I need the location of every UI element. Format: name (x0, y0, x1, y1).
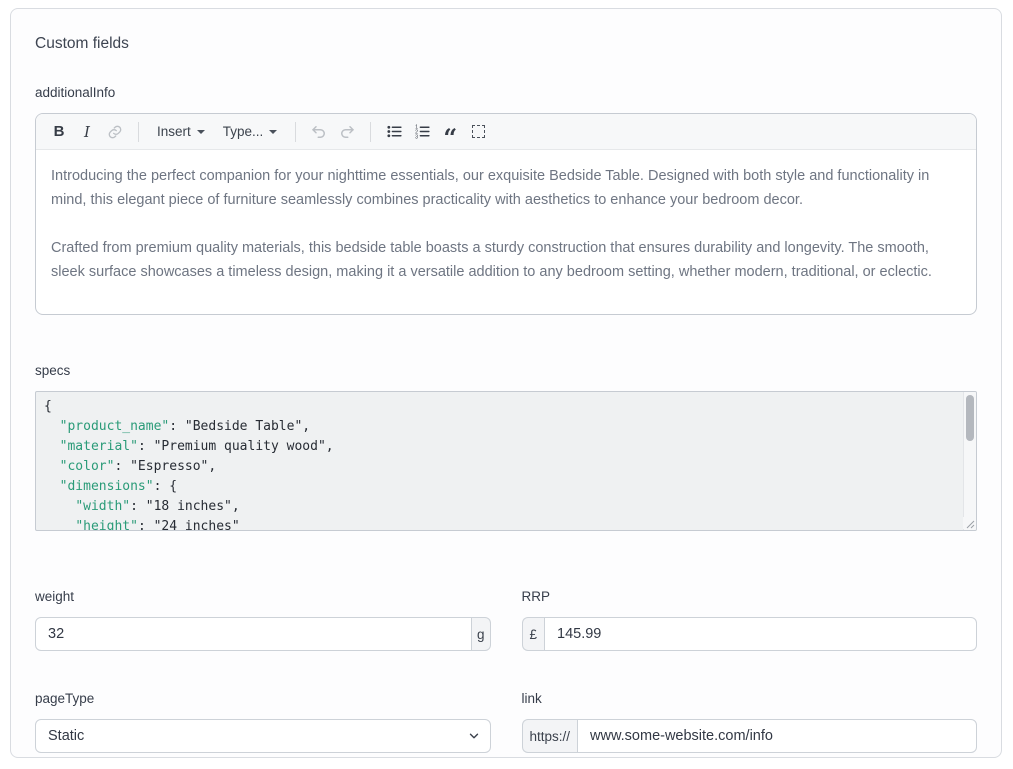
specs-resize-handle[interactable] (963, 517, 975, 529)
field-weight: weight g (35, 587, 491, 651)
rte-paragraph: Introducing the perfect companion for yo… (51, 164, 961, 212)
weight-label: weight (35, 587, 491, 607)
specs-label: specs (35, 361, 977, 381)
page-type-select-wrap: Static (35, 719, 491, 753)
bullet-list-icon (386, 123, 403, 140)
redo-icon (338, 123, 356, 141)
blockquote-button[interactable]: “ (437, 119, 463, 145)
rrp-input-group: £ (522, 617, 978, 651)
insert-dropdown[interactable]: Insert (149, 119, 213, 145)
rrp-label: RRP (522, 587, 978, 607)
type-dropdown-label: Type... (223, 124, 264, 139)
numbered-list-icon: 1 2 3 (414, 123, 431, 140)
field-page-type: pageType Static (35, 689, 491, 753)
code-line: "color": "Espresso", (44, 457, 956, 477)
code-line: { (44, 397, 956, 417)
fields-grid: weight g RRP £ pageType Static (35, 587, 977, 753)
code-line: "product_name": "Bedside Table", (44, 417, 956, 437)
link-icon (107, 124, 123, 140)
field-rrp: RRP £ (522, 587, 978, 651)
specs-code: { "product_name": "Bedside Table", "mate… (36, 392, 976, 531)
code-line: "width": "18 inches", (44, 497, 956, 517)
chevron-down-icon (197, 130, 205, 134)
link-input-group: https:// (522, 719, 978, 753)
weight-unit-suffix: g (472, 617, 491, 651)
link-label: link (522, 689, 978, 709)
rte-toolbar: B I Insert Type... (36, 114, 976, 150)
svg-text:3: 3 (415, 135, 418, 140)
rrp-currency-prefix: £ (522, 617, 545, 651)
toolbar-divider (295, 122, 296, 142)
bullet-list-button[interactable] (381, 119, 407, 145)
link-protocol-prefix: https:// (522, 719, 578, 753)
undo-icon (310, 123, 328, 141)
specs-scrollbar[interactable] (963, 392, 976, 530)
code-line: "height": "24 inches" (44, 517, 956, 531)
bold-button[interactable]: B (46, 119, 72, 145)
numbered-list-button[interactable]: 1 2 3 (409, 119, 435, 145)
undo-button[interactable] (306, 119, 332, 145)
field-specs: specs { "product_name": "Bedside Table",… (35, 361, 977, 531)
redo-button[interactable] (334, 119, 360, 145)
rich-text-editor: B I Insert Type... (35, 113, 977, 315)
toolbar-divider (138, 122, 139, 142)
link-button[interactable] (102, 119, 128, 145)
weight-input[interactable] (35, 617, 472, 651)
code-line: "material": "Premium quality wood", (44, 437, 956, 457)
specs-code-editor[interactable]: { "product_name": "Bedside Table", "mate… (35, 391, 977, 531)
link-input[interactable] (577, 719, 977, 753)
custom-fields-card: Custom fields additionalInfo B I Inse (10, 8, 1002, 758)
rrp-input[interactable] (544, 617, 977, 651)
code-line: "dimensions": { (44, 477, 956, 497)
card-title: Custom fields (35, 33, 977, 55)
field-link: link https:// (522, 689, 978, 753)
page-type-label: pageType (35, 689, 491, 709)
rte-paragraph: Crafted from premium quality materials, … (51, 236, 961, 284)
additional-info-label: additionalInfo (35, 83, 977, 103)
dashed-square-icon (472, 125, 485, 138)
specs-scrollbar-thumb[interactable] (966, 395, 974, 441)
page-type-select[interactable]: Static (35, 719, 491, 753)
insert-dropdown-label: Insert (157, 124, 191, 139)
toolbar-divider (370, 122, 371, 142)
field-additional-info: additionalInfo B I Insert (35, 83, 977, 315)
weight-input-group: g (35, 617, 491, 651)
type-dropdown[interactable]: Type... (215, 119, 286, 145)
blockquote-icon: “ (443, 133, 457, 143)
container-block-button[interactable] (465, 119, 491, 145)
chevron-down-icon (269, 130, 277, 134)
rte-content[interactable]: Introducing the perfect companion for yo… (36, 150, 976, 314)
italic-button[interactable]: I (74, 119, 100, 145)
